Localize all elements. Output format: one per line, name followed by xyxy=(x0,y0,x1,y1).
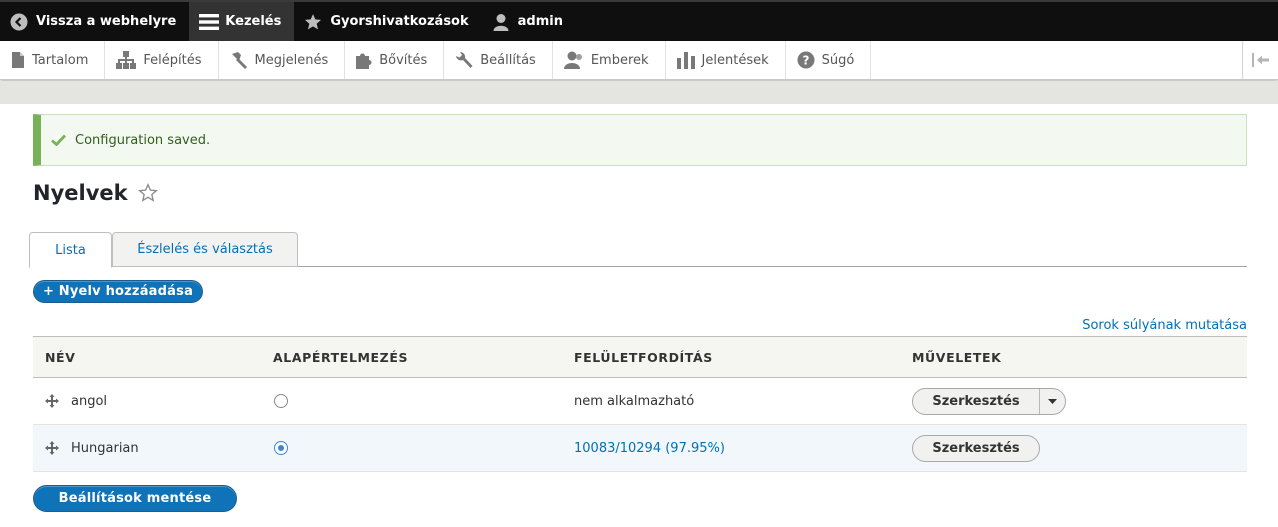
shortcuts-label: Gyorshivatkozások xyxy=(330,14,469,29)
column-header-translation: FELÜLETFORDÍTÁS xyxy=(574,349,713,365)
languages-table: NÉV ALAPÉRTELMEZÉS FELÜLETFORDÍTÁS MŰVEL… xyxy=(33,336,1247,472)
menu-item-appearance[interactable]: Megjelenés xyxy=(219,41,346,79)
paintbrush-icon xyxy=(231,52,247,69)
puzzle-icon xyxy=(356,53,372,69)
shortcut-star-icon[interactable] xyxy=(137,183,158,203)
table-row: angol nem alkalmazható Szerkesztés xyxy=(33,378,1247,425)
menu-item-structure[interactable]: Felépítés xyxy=(105,41,219,79)
default-radio[interactable] xyxy=(274,394,288,408)
show-row-weights-link[interactable]: Sorok súlyának mutatása xyxy=(1082,318,1247,333)
operations-dropbutton: Szerkesztés xyxy=(912,388,1066,415)
menu-item-reports[interactable]: Jelentések xyxy=(666,41,786,79)
breadcrumb-strip xyxy=(0,81,1278,104)
translation-status-link[interactable]: 10083/10294 (97.95%) xyxy=(574,425,725,471)
manage-tab[interactable]: Kezelés xyxy=(189,2,295,41)
admin-menu-tray: Tartalom Felépítés Megjelenés Bővítés Be… xyxy=(0,41,1278,80)
dropbutton-toggle[interactable] xyxy=(1039,389,1065,414)
page-title: Nyelvek xyxy=(33,181,128,205)
move-arrows-icon xyxy=(45,441,59,455)
menu-item-label: Tartalom xyxy=(32,52,89,68)
save-configuration-button[interactable]: Beállítások mentése xyxy=(33,485,237,512)
default-radio-cell xyxy=(274,425,288,471)
structure-icon xyxy=(116,51,137,69)
menu-item-label: Jelentések xyxy=(701,52,769,68)
language-name: Hungarian xyxy=(71,440,139,456)
drag-handle[interactable] xyxy=(45,378,59,424)
primary-tabs: Lista Észlelés és választás xyxy=(29,232,1247,268)
status-message: Configuration saved. xyxy=(33,114,1247,166)
column-header-default: ALAPÉRTELMEZÉS xyxy=(273,349,409,365)
menu-item-people[interactable]: Emberek xyxy=(553,41,666,79)
menu-item-label: Beállítás xyxy=(480,52,536,68)
default-radio[interactable] xyxy=(274,441,288,455)
drag-handle[interactable] xyxy=(45,425,59,471)
hamburger-icon xyxy=(199,13,220,31)
column-header-name: NÉV xyxy=(45,349,76,365)
people-icon xyxy=(563,51,582,69)
language-name: angol xyxy=(71,393,108,409)
bar-chart-icon xyxy=(676,52,695,69)
move-arrows-icon xyxy=(45,394,59,408)
file-icon xyxy=(12,52,24,68)
shortcuts-tab[interactable]: Gyorshivatkozások xyxy=(294,2,481,41)
user-label: admin xyxy=(517,14,563,29)
status-message-text: Configuration saved. xyxy=(75,132,211,148)
user-tab[interactable]: admin xyxy=(482,2,576,41)
help-icon: ? xyxy=(797,51,815,69)
menu-item-label: Súgó xyxy=(821,52,855,68)
page-title-block: Nyelvek xyxy=(33,181,158,205)
back-to-site-link[interactable]: Vissza a webhelyre xyxy=(0,2,189,41)
menu-item-label: Felépítés xyxy=(143,52,202,68)
user-icon xyxy=(492,13,510,31)
admin-toolbar: Vissza a webhelyre Kezelés Gyorshivatkoz… xyxy=(0,0,1278,41)
tab-label: Lista xyxy=(55,242,86,258)
menu-item-label: Megjelenés xyxy=(254,52,329,68)
default-radio-cell xyxy=(274,378,288,424)
tab-list[interactable]: Lista xyxy=(29,232,112,268)
edit-button[interactable]: Szerkesztés xyxy=(913,436,1039,461)
svg-text:?: ? xyxy=(802,54,809,68)
translation-status: nem alkalmazható xyxy=(574,393,695,409)
tab-label: Észlelés és választás xyxy=(137,242,273,257)
menu-item-config[interactable]: Beállítás xyxy=(444,41,553,79)
star-icon xyxy=(304,13,322,31)
chevron-down-icon xyxy=(1048,398,1057,404)
manage-label: Kezelés xyxy=(225,14,282,29)
column-header-operations: MŰVELETEK xyxy=(912,349,1002,365)
collapse-sidebar-icon xyxy=(1251,53,1269,67)
menu-item-extend[interactable]: Bővítés xyxy=(345,41,445,79)
edit-button[interactable]: Szerkesztés xyxy=(913,389,1039,414)
tray-orientation-toggle[interactable] xyxy=(1242,41,1278,79)
back-to-site-label: Vissza a webhelyre xyxy=(36,14,177,29)
wrench-icon xyxy=(456,51,473,68)
menu-item-label: Bővítés xyxy=(379,52,428,68)
tab-detection-selection[interactable]: Észlelés és választás xyxy=(112,232,298,267)
menu-item-content[interactable]: Tartalom xyxy=(0,41,106,79)
checkmark-icon xyxy=(51,134,66,146)
menu-item-label: Emberek xyxy=(590,52,649,68)
operations-dropbutton: Szerkesztés xyxy=(912,435,1040,462)
table-header: NÉV ALAPÉRTELMEZÉS FELÜLETFORDÍTÁS MŰVEL… xyxy=(33,336,1247,378)
chevron-left-circle-icon xyxy=(10,13,28,31)
menu-item-help[interactable]: ? Súgó xyxy=(786,41,872,79)
table-row: Hungarian 10083/10294 (97.95%) Szerkeszt… xyxy=(33,425,1247,472)
add-language-button[interactable]: + Nyelv hozzáadása xyxy=(33,280,203,303)
